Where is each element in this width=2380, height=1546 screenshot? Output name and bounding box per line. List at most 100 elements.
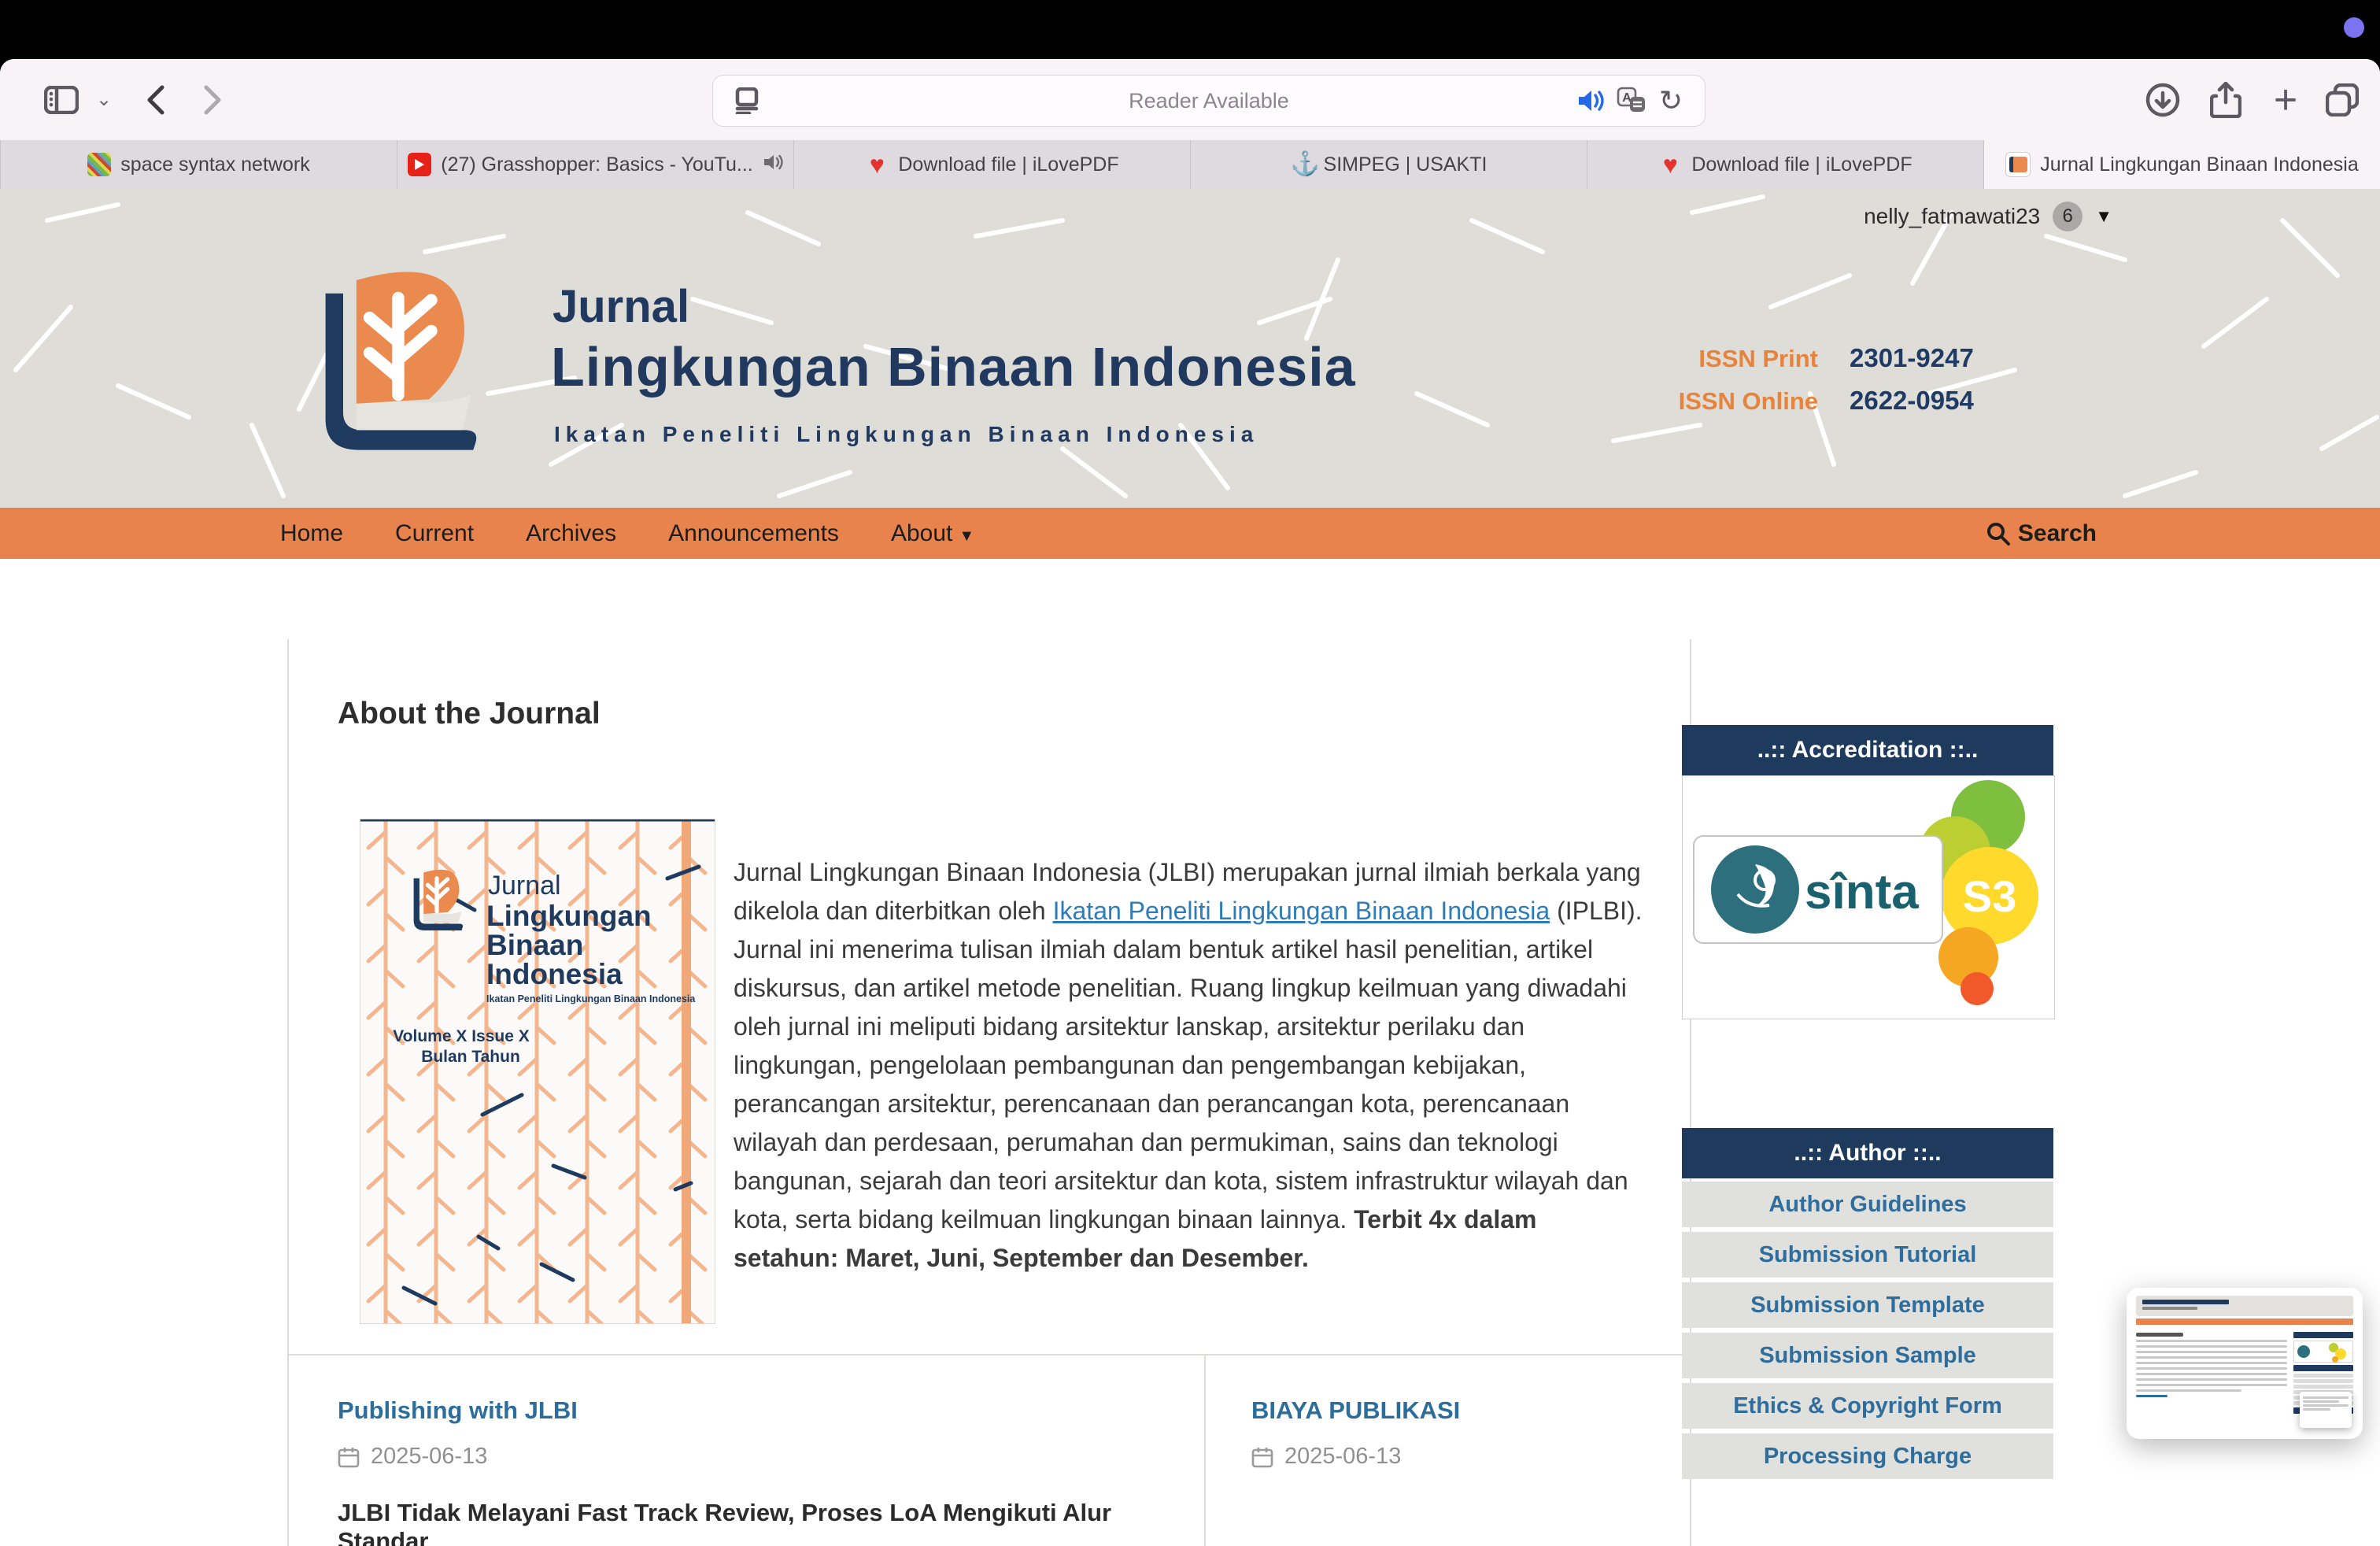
about-paragraph-2: Jurnal ini menerima tulisan ilmiah dalam…	[734, 935, 1628, 1233]
journal-title-top: Jurnal	[552, 280, 689, 333]
thumbnail-navbar	[2136, 1319, 2353, 1325]
ethics-copyright-form-link[interactable]: Ethics & Copyright Form	[1682, 1383, 2053, 1429]
tab-jlbi-active[interactable]: Jurnal Lingkungan Binaan Indonesia	[1984, 140, 2380, 189]
thumbnail-text-column	[2136, 1330, 2287, 1416]
tab-label: (27) Grasshopper: Basics - YouTu...	[441, 153, 752, 176]
iplbi-link[interactable]: Ikatan Peneliti Lingkungan Binaan Indone…	[1053, 897, 1550, 925]
nav-about[interactable]: About ▼	[891, 520, 974, 547]
sinta-grade: S3	[1963, 871, 2017, 921]
audio-playing-icon[interactable]	[1571, 76, 1610, 126]
sidebar-toggle-icon[interactable]	[38, 59, 85, 140]
cover-subtitle: Ikatan Peneliti Lingkungan Binaan Indone…	[486, 993, 696, 1004]
nav-archives[interactable]: Archives	[526, 520, 616, 547]
address-bar-text: Reader Available	[713, 89, 1705, 113]
thumbnail-nested-preview	[2300, 1392, 2352, 1428]
journal-logo	[299, 258, 519, 479]
cover-title-line3: Indonesia	[486, 958, 623, 990]
cover-title-line2: Binaan	[486, 929, 583, 961]
page-content: About the Journal	[0, 559, 2380, 1546]
announcement-title[interactable]: Publishing with JLBI	[338, 1396, 578, 1425]
nav-search-label: Search	[2018, 520, 2097, 547]
issn-print-value: 2301-9247	[1850, 343, 1974, 373]
tab-space-syntax[interactable]: space syntax network	[0, 140, 397, 189]
ilovepdf-favicon: ♥	[865, 153, 889, 176]
sinta-accreditation-badge[interactable]: sînta S3	[1682, 775, 2055, 1019]
share-icon[interactable]	[2201, 59, 2251, 140]
page-title: About the Journal	[338, 697, 601, 731]
tab-label: Download file | iLovePDF	[1691, 153, 1912, 176]
nav-current[interactable]: Current	[395, 520, 474, 547]
downloads-icon[interactable]	[2138, 59, 2188, 140]
tab-label: SIMPEG | USAKTI	[1324, 153, 1488, 176]
forward-button[interactable]	[189, 59, 236, 140]
cover-title-top: Jurnal	[488, 871, 561, 901]
cover-issue: Bulan Tahun	[421, 1048, 520, 1066]
tab-label: space syntax network	[120, 153, 309, 176]
calendar-icon	[338, 1446, 360, 1468]
submission-tutorial-link[interactable]: Submission Tutorial	[1682, 1232, 2053, 1278]
calendar-icon	[1251, 1446, 1273, 1468]
journal-title-main: Lingkungan Binaan Indonesia	[551, 335, 1356, 398]
tab-label: Jurnal Lingkungan Binaan Indonesia	[2040, 153, 2358, 176]
recording-indicator-dot	[2344, 17, 2364, 38]
journal-cover-image: Jurnal Lingkungan Binaan Indonesia Ikata…	[360, 819, 715, 1324]
back-button[interactable]	[132, 59, 179, 140]
tab-ilovepdf-1[interactable]: ♥ Download file | iLovePDF	[794, 140, 1191, 189]
notification-badge[interactable]: 6	[2053, 202, 2082, 231]
announcement-date: 2025-06-13	[338, 1444, 487, 1470]
journal-subtitle: Ikatan Peneliti Lingkungan Binaan Indone…	[554, 422, 1258, 447]
tab-youtube[interactable]: (27) Grasshopper: Basics - YouTu...	[397, 140, 794, 189]
processing-charge-link[interactable]: Processing Charge	[1682, 1433, 2053, 1479]
youtube-favicon	[408, 153, 431, 176]
date-text: 2025-06-13	[371, 1444, 487, 1470]
submission-sample-link[interactable]: Submission Sample	[1682, 1333, 2053, 1378]
issn-online-label: ISSN Online	[1645, 387, 1818, 416]
accreditation-header: ..:: Accreditation ::..	[1682, 725, 2053, 775]
menu-bar	[0, 0, 2380, 59]
announcement-title[interactable]: BIAYA PUBLIKASI	[1251, 1396, 1460, 1425]
reload-icon[interactable]: ↻	[1651, 76, 1691, 126]
tab-simpeg-usakti[interactable]: ⚓ SIMPEG | USAKTI	[1191, 140, 1587, 189]
submission-template-link[interactable]: Submission Template	[1682, 1282, 2053, 1328]
announcement-item: Publishing with JLBI	[338, 1396, 578, 1425]
chevron-down-icon: ▼	[959, 527, 974, 545]
thumbnail-banner	[2136, 1296, 2353, 1316]
usakti-favicon: ⚓	[1291, 153, 1314, 176]
about-description: Jurnal Lingkungan Binaan Indonesia (JLBI…	[734, 853, 1646, 1278]
primary-navigation: Home Current Archives Announcements Abou…	[0, 508, 2380, 559]
date-text: 2025-06-13	[1284, 1444, 1401, 1470]
announcement-headline[interactable]: JLBI Tidak Melayani Fast Track Review, P…	[338, 1499, 1172, 1546]
tab-bar: space syntax network (27) Grasshopper: B…	[0, 140, 2380, 190]
new-tab-icon[interactable]: +	[2260, 59, 2311, 140]
author-guidelines-link[interactable]: Author Guidelines	[1682, 1182, 2053, 1227]
browser-window: ⌄ Reader Available A ↻ +	[0, 59, 2380, 1546]
translate-icon[interactable]: A	[1613, 76, 1650, 126]
tab-audio-icon[interactable]	[763, 153, 783, 177]
announcement-date: 2025-06-13	[1251, 1444, 1401, 1470]
main-column: About the Journal	[287, 639, 1691, 1546]
issn-print-label: ISSN Print	[1645, 345, 1818, 373]
address-bar[interactable]: Reader Available A ↻	[712, 75, 1706, 127]
sidebar-chevron-icon[interactable]: ⌄	[88, 59, 120, 140]
journal-masthead: Jurnal Lingkungan Binaan Indonesia Ikata…	[0, 189, 2380, 508]
cover-title-line1: Lingkungan	[486, 900, 652, 932]
sinta-wordmark: sînta	[1805, 865, 1919, 919]
page-preview-thumbnail[interactable]	[2127, 1288, 2363, 1439]
nav-search[interactable]: Search	[1986, 520, 2097, 547]
about-paragraph-1-end: (IPLBI).	[1550, 897, 1642, 925]
cover-volume: Volume X Issue X	[393, 1027, 530, 1045]
username: nelly_fatmawati23	[1864, 204, 2040, 229]
issn-online-value: 2622-0954	[1850, 386, 1974, 416]
user-menu[interactable]: nelly_fatmawati23 6 ▼	[1864, 202, 2112, 231]
nav-about-label: About	[891, 520, 952, 546]
announcements-section: Publishing with JLBI 2025-06-13 JLBI Tid…	[289, 1354, 1690, 1546]
user-caret-icon[interactable]: ▼	[2095, 206, 2112, 227]
tab-ilovepdf-2[interactable]: ♥ Download file | iLovePDF	[1587, 140, 1984, 189]
search-icon	[1986, 522, 2010, 546]
nav-announcements[interactable]: Announcements	[668, 520, 839, 547]
author-section-header: ..:: Author ::..	[1682, 1128, 2053, 1178]
browser-toolbar: ⌄ Reader Available A ↻ +	[0, 59, 2380, 140]
ilovepdf-favicon: ♥	[1658, 153, 1682, 176]
tab-overview-icon[interactable]	[2317, 59, 2367, 140]
nav-home[interactable]: Home	[280, 520, 343, 547]
